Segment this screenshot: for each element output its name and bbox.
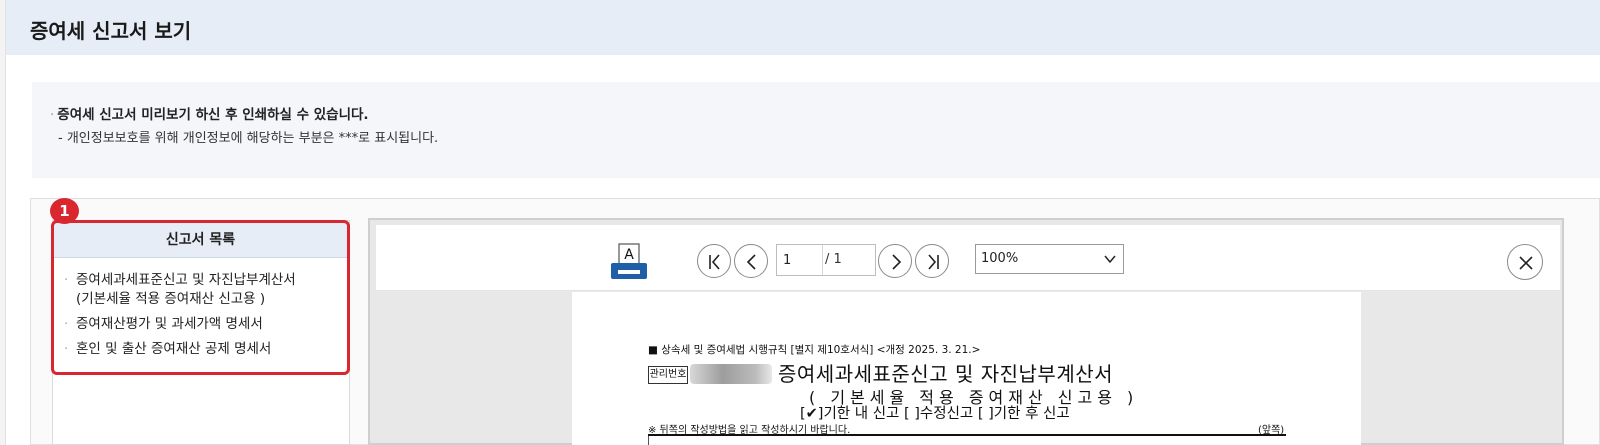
viewer-toolbar bbox=[376, 225, 1560, 291]
page-indicator: / 1 bbox=[776, 244, 876, 276]
step-badge: 1 bbox=[50, 198, 79, 224]
app-root: 증여세 신고서 보기 · 증여세 신고서 미리보기 하신 후 인쇄하실 수 있습니… bbox=[0, 0, 1600, 445]
notice-bullet: · bbox=[50, 107, 55, 123]
document-mgmt-label: 관리번호 bbox=[648, 366, 688, 384]
printer-icon[interactable]: A bbox=[610, 243, 648, 281]
chevron-left-icon bbox=[746, 254, 756, 270]
first-page-icon bbox=[709, 254, 720, 270]
notice-sub: - 개인정보보호를 위해 개인정보에 해당하는 부분은 ***로 표시됩니다. bbox=[58, 131, 439, 146]
document-page: ■ 상속세 및 증여세법 시행규칙 [별지 제10호서식] <개정 2025. … bbox=[572, 292, 1361, 445]
close-icon bbox=[1519, 256, 1533, 270]
page-number-input[interactable] bbox=[777, 245, 823, 275]
last-page-icon bbox=[928, 254, 939, 270]
page-header: 증여세 신고서 보기 bbox=[6, 0, 1600, 55]
page-title: 증여세 신고서 보기 bbox=[30, 19, 192, 43]
document-title: 증여세과세표준신고 및 자진납부계산서 bbox=[778, 362, 1114, 386]
notice-main: · 증여세 신고서 미리보기 하신 후 인쇄하실 수 있습니다. bbox=[50, 103, 369, 123]
document-law-reference: ■ 상속세 및 증여세법 시행규칙 [별지 제10호서식] <개정 2025. … bbox=[648, 344, 981, 356]
zoom-select[interactable]: 100% bbox=[975, 244, 1124, 274]
close-button[interactable] bbox=[1507, 244, 1543, 280]
document-filing-type: [✔]기한 내 신고 [ ]수정신고 [ ]기한 후 신고 bbox=[800, 406, 1070, 422]
report-list-highlight bbox=[51, 220, 350, 375]
next-page-button[interactable] bbox=[878, 244, 912, 278]
chevron-right-icon bbox=[892, 254, 902, 270]
chevron-down-icon bbox=[1104, 255, 1116, 264]
redacted-mgmt-number bbox=[690, 364, 772, 384]
prev-page-button[interactable] bbox=[734, 244, 768, 278]
left-edge-strip bbox=[0, 0, 6, 445]
document-table bbox=[648, 436, 1286, 445]
notice-main-text: 증여세 신고서 미리보기 하신 후 인쇄하실 수 있습니다. bbox=[57, 107, 369, 123]
first-page-button[interactable] bbox=[697, 244, 731, 278]
last-page-button[interactable] bbox=[915, 244, 949, 278]
page-total: / 1 bbox=[825, 252, 842, 267]
zoom-value: 100% bbox=[981, 251, 1019, 266]
printer-letter: A bbox=[624, 247, 634, 263]
notice-box: · 증여세 신고서 미리보기 하신 후 인쇄하실 수 있습니다. - 개인정보보호… bbox=[32, 82, 1600, 178]
